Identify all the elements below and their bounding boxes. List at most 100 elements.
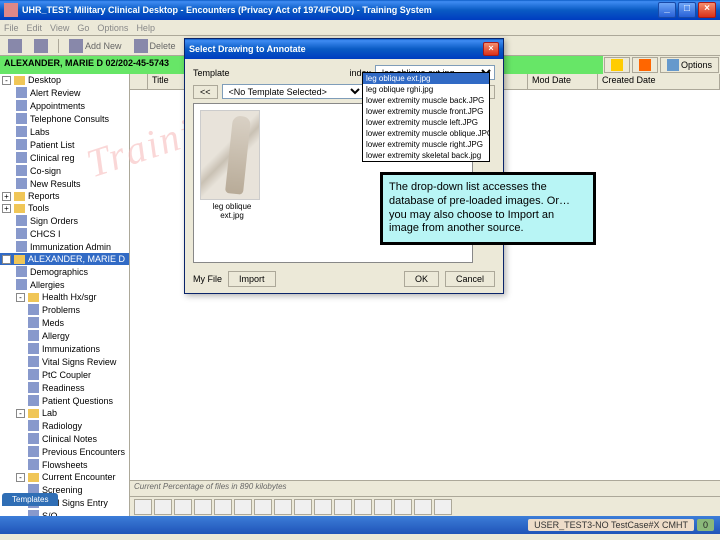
sidebar-item[interactable]: +Tools <box>0 202 129 214</box>
back-button[interactable] <box>4 38 26 54</box>
dropdown-item[interactable]: lower extremity muscle left.JPG <box>363 117 489 128</box>
sidebar-item[interactable]: Previous Encounters <box>0 445 129 458</box>
sidebar-item[interactable]: Patient Questions <box>0 394 129 407</box>
sidebar-item-label: Health Hx/sgr <box>42 292 97 302</box>
tool-3[interactable] <box>174 499 192 515</box>
dropdown-item[interactable]: lower extremity muscle right.JPG <box>363 139 489 150</box>
dropdown-item[interactable]: lower extremity muscle front.JPG <box>363 106 489 117</box>
sidebar-item[interactable]: Patient List <box>0 138 129 151</box>
file-icon <box>28 317 39 328</box>
tool-6[interactable] <box>234 499 252 515</box>
nav-prev-button[interactable]: << <box>193 85 218 99</box>
index-dropdown-list[interactable]: leg oblique ext.jpgleg oblique rghi.jpgl… <box>362 72 490 162</box>
sidebar-item[interactable]: Immunization Admin <box>0 240 129 253</box>
sidebar-item[interactable]: Demographics <box>0 265 129 278</box>
dropdown-item[interactable]: lower extremity muscle oblique.JPG <box>363 128 489 139</box>
window-titlebar: UHR_TEST: Military Clinical Desktop - En… <box>0 0 720 20</box>
sidebar-item[interactable]: Readiness <box>0 381 129 394</box>
sidebar-item[interactable]: Problems <box>0 303 129 316</box>
sidebar-item[interactable]: -Current Encounter <box>0 471 129 483</box>
sidebar-item[interactable]: S/O <box>0 509 129 516</box>
sidebar-item[interactable]: Vital Signs Review <box>0 355 129 368</box>
sidebar-item[interactable]: PtC Coupler <box>0 368 129 381</box>
sidebar-item[interactable]: CHCS I <box>0 227 129 240</box>
delete-button[interactable]: Delete <box>130 38 180 54</box>
minimize-button[interactable]: _ <box>658 2 676 18</box>
file-icon <box>28 382 39 393</box>
dropdown-item[interactable]: lower extremity skeletal back.jpg <box>363 150 489 161</box>
tool-13[interactable] <box>374 499 392 515</box>
tool-15[interactable] <box>414 499 432 515</box>
sidebar-item[interactable]: Co-sign <box>0 164 129 177</box>
tool-11[interactable] <box>334 499 352 515</box>
tool-10[interactable] <box>314 499 332 515</box>
footer-tab[interactable]: Templates <box>2 493 58 506</box>
flag-button[interactable] <box>632 57 658 73</box>
tool-12[interactable] <box>354 499 372 515</box>
tool-2[interactable] <box>154 499 172 515</box>
sidebar-item[interactable]: Labs <box>0 125 129 138</box>
sidebar-item[interactable]: -Health Hx/sgr <box>0 291 129 303</box>
ok-button[interactable]: OK <box>404 271 439 287</box>
sidebar-item[interactable]: Allergies <box>0 278 129 291</box>
sidebar-item-label: Lab <box>42 408 57 418</box>
sidebar-item[interactable]: Immunizations <box>0 342 129 355</box>
sidebar-item[interactable]: Radiology <box>0 419 129 432</box>
thumbnail[interactable]: leg oblique ext.jpg <box>200 110 264 220</box>
folder-icon <box>28 293 39 302</box>
file-icon <box>16 87 27 98</box>
dropdown-item[interactable]: leg oblique rghi.jpg <box>363 84 489 95</box>
cancel-button[interactable]: Cancel <box>445 271 495 287</box>
sidebar-item[interactable]: Clinical Notes <box>0 432 129 445</box>
sidebar-item-label: Immunization Admin <box>30 242 111 252</box>
tool-7[interactable] <box>254 499 272 515</box>
sidebar-item[interactable]: -ALEXANDER, MARIE D <box>0 253 129 265</box>
menu-view[interactable]: View <box>50 23 69 33</box>
sidebar-item[interactable]: +Reports <box>0 190 129 202</box>
menu-edit[interactable]: Edit <box>27 23 43 33</box>
forward-button[interactable] <box>30 38 52 54</box>
sidebar-item[interactable]: Alert Review <box>0 86 129 99</box>
menu-go[interactable]: Go <box>77 23 89 33</box>
options-button[interactable]: Options <box>660 57 719 73</box>
template-select[interactable]: <No Template Selected> <box>222 84 365 99</box>
tool-4[interactable] <box>194 499 212 515</box>
window-title: UHR_TEST: Military Clinical Desktop - En… <box>22 5 432 15</box>
dropdown-item[interactable]: lower extremity muscle back.JPG <box>363 95 489 106</box>
menu-options[interactable]: Options <box>97 23 128 33</box>
tool-1[interactable] <box>134 499 152 515</box>
sidebar-item-label: Alert Review <box>30 88 81 98</box>
app-icon <box>4 3 18 17</box>
sidebar-item[interactable]: Appointments <box>0 99 129 112</box>
menu-help[interactable]: Help <box>136 23 155 33</box>
maximize-button[interactable]: □ <box>678 2 696 18</box>
sidebar-item[interactable]: Clinical reg <box>0 151 129 164</box>
status-right: USER_TEST3-NO TestCase#X CMHT <box>528 519 694 531</box>
tool-14[interactable] <box>394 499 412 515</box>
close-button[interactable]: × <box>698 2 716 18</box>
sidebar-item[interactable]: -Lab <box>0 407 129 419</box>
menu-file[interactable]: File <box>4 23 19 33</box>
col-moddate[interactable]: Mod Date <box>528 74 598 89</box>
tool-9[interactable] <box>294 499 312 515</box>
tool-8[interactable] <box>274 499 292 515</box>
import-button[interactable]: Import <box>228 271 276 287</box>
tool-5[interactable] <box>214 499 232 515</box>
sidebar-item[interactable]: -Desktop <box>0 74 129 86</box>
tool-16[interactable] <box>434 499 452 515</box>
sidebar-item[interactable]: New Results <box>0 177 129 190</box>
dialog-close-button[interactable]: × <box>483 42 499 56</box>
sidebar-item[interactable]: Flowsheets <box>0 458 129 471</box>
sidebar-item[interactable]: Sign Orders <box>0 214 129 227</box>
addnew-button[interactable]: Add New <box>65 38 126 54</box>
sidebar-item-label: Readiness <box>42 383 85 393</box>
file-icon <box>28 395 39 406</box>
sidebar-item-label: Patient Questions <box>42 396 113 406</box>
col-created[interactable]: Created Date <box>598 74 720 89</box>
alert-button[interactable] <box>604 57 630 73</box>
dropdown-item[interactable]: leg oblique ext.jpg <box>363 73 489 84</box>
col-icon[interactable] <box>130 74 148 89</box>
sidebar-item[interactable]: Meds <box>0 316 129 329</box>
sidebar-item[interactable]: Allergy <box>0 329 129 342</box>
sidebar-item[interactable]: Telephone Consults <box>0 112 129 125</box>
